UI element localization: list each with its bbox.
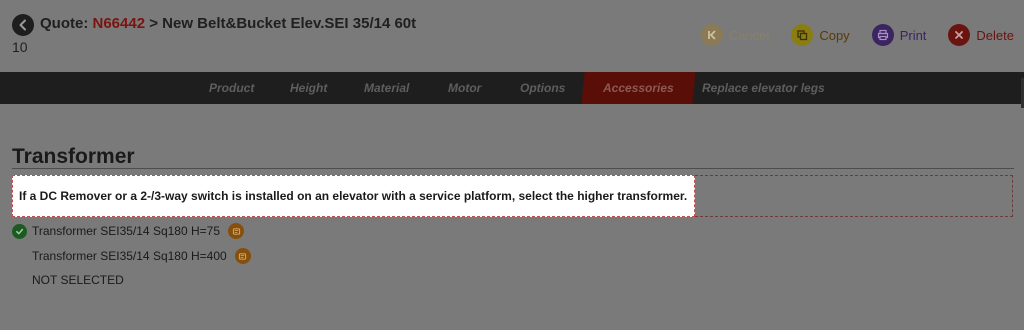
section-divider <box>12 168 1014 169</box>
tab-options[interactable]: Options <box>520 72 565 104</box>
tab-motor[interactable]: Motor <box>448 72 481 104</box>
notice-text: If a DC Remover or a 2-/3-way switch is … <box>19 189 688 203</box>
delete-button[interactable]: Delete <box>948 24 1014 46</box>
quote-number[interactable]: N66442 <box>93 15 146 32</box>
tab-product[interactable]: Product <box>209 72 254 104</box>
quote-product: > New Belt&Bucket Elev.SEI 35/14 60t <box>145 15 417 32</box>
info-icon[interactable] <box>228 223 244 239</box>
cancel-icon <box>700 24 723 46</box>
cancel-label: Cancel <box>728 27 770 43</box>
option-not-selected[interactable]: NOT SELECTED <box>12 273 124 287</box>
option-label: Transformer SEI35/14 Sq180 H=400 <box>32 249 227 263</box>
copy-label: Copy <box>819 27 850 43</box>
tab-height[interactable]: Height <box>290 72 327 104</box>
tab-material[interactable]: Material <box>364 72 409 104</box>
section-title: Transformer <box>12 145 135 168</box>
quote-prefix: Quote: <box>40 15 93 32</box>
print-button[interactable]: Print <box>871 24 927 46</box>
option-label: Transformer SEI35/14 Sq180 H=75 <box>32 224 220 238</box>
checkmark-icon <box>12 223 27 239</box>
page-header: Quote: N66442 > New Belt&Bucket Elev.SEI… <box>0 0 1024 72</box>
close-icon <box>948 24 971 46</box>
action-bar: Cancel Copy Print Delete <box>679 24 1014 46</box>
tab-accessories[interactable]: Accessories <box>581 72 696 104</box>
copy-button[interactable]: Copy <box>791 24 850 46</box>
page-title: Quote: N66442 > New Belt&Bucket Elev.SEI… <box>40 15 416 32</box>
cancel-button[interactable]: Cancel <box>700 24 770 46</box>
back-button[interactable] <box>12 14 34 36</box>
notice-box: If a DC Remover or a 2-/3-way switch is … <box>12 175 695 217</box>
option-transformer-h400[interactable]: Transformer SEI35/14 Sq180 H=400 <box>12 248 251 264</box>
chevron-left-icon <box>19 19 26 31</box>
info-icon[interactable] <box>234 248 251 264</box>
option-label: NOT SELECTED <box>32 273 124 287</box>
delete-label: Delete <box>976 27 1014 43</box>
print-label: Print <box>899 27 927 43</box>
copy-icon <box>791 24 814 46</box>
quote-subline: 10 <box>12 39 28 55</box>
notice-border-extension <box>695 175 1013 217</box>
option-transformer-h75[interactable]: Transformer SEI35/14 Sq180 H=75 <box>12 223 244 239</box>
main-nav: Product Height Material Motor Options Ac… <box>0 72 1024 104</box>
print-icon <box>871 24 894 46</box>
tab-replace-elevator-legs[interactable]: Replace elevator legs <box>702 72 825 104</box>
